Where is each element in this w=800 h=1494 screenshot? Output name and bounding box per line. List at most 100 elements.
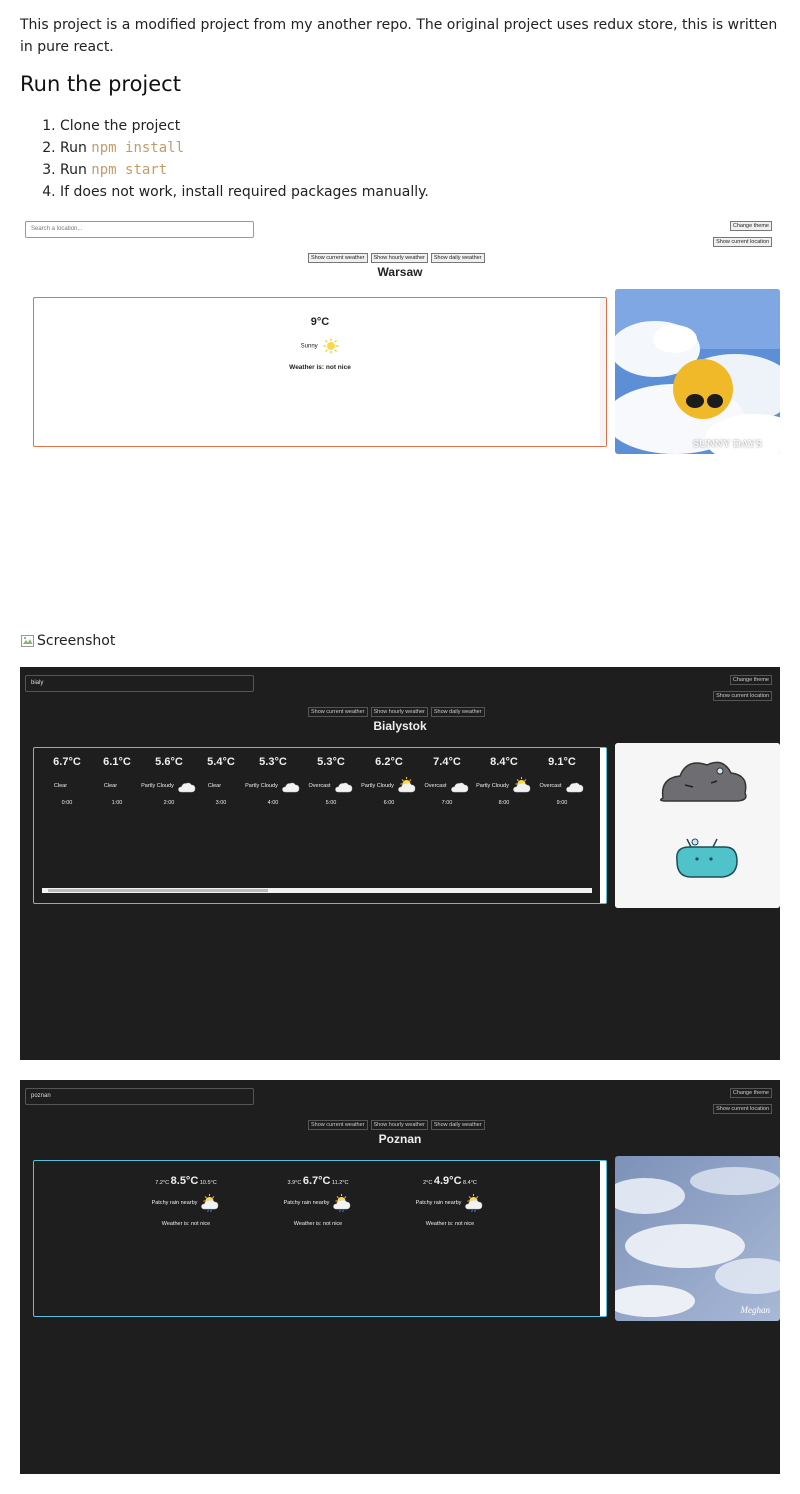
min-temperature: 2°C	[423, 1180, 433, 1186]
hour-temperature: 9.1°C	[548, 756, 576, 768]
tab-current-weather[interactable]: Show current weather	[308, 253, 368, 263]
hour-temperature: 6.1°C	[103, 756, 131, 768]
hour-condition: Overcast	[303, 776, 359, 796]
show-location-button[interactable]: Show current location	[713, 237, 772, 247]
search-input[interactable]: Search a location...	[25, 221, 254, 238]
hour-time: 4:00	[267, 800, 279, 806]
hour-temperature: 6.2°C	[375, 756, 403, 768]
weather-tabs: Show current weather Show hourly weather S…	[308, 700, 488, 718]
tab-hourly-weather[interactable]: Show hourly weather	[370, 1120, 428, 1130]
rain-sun-icon	[201, 1194, 219, 1213]
temperature: 9°C	[310, 316, 330, 328]
rain-sun-icon	[333, 1194, 351, 1213]
vertical-scrollbar[interactable]	[600, 298, 606, 446]
readme-heading: Run the project	[20, 72, 181, 96]
sunny-days-gif: SUNNY DAYS	[615, 289, 780, 454]
day-temperatures: 2°C 4.9°C 8.4°C	[390, 1175, 510, 1187]
cloud-sun-icon	[513, 777, 531, 793]
hour-time: 6:00	[383, 800, 395, 806]
hour-temperature: 6.7°C	[53, 756, 81, 768]
sun-icon	[323, 338, 339, 354]
weather-card: 9°C Sunny Weather is: not nice	[33, 297, 607, 447]
list-item: Run npm install	[60, 137, 429, 159]
list-item: Clone the project	[60, 115, 429, 137]
tab-current-weather[interactable]: Show current weather	[308, 1120, 368, 1130]
broken-image-icon	[21, 635, 34, 647]
city-title: Bialystok	[373, 719, 427, 733]
max-temperature: 8.4°C	[463, 1180, 477, 1186]
show-location-button[interactable]: Show current location	[713, 691, 772, 701]
hour-temperature: 5.3°C	[317, 756, 345, 768]
search-input[interactable]: poznan	[25, 1088, 254, 1105]
change-theme-button[interactable]: Change theme	[729, 221, 772, 231]
weather-tabs: Show current weather Show hourly weather S…	[308, 246, 488, 264]
scrollbar-thumb[interactable]	[48, 889, 268, 892]
hour-condition: Overcast	[419, 776, 475, 796]
tab-daily-weather[interactable]: Show daily weather	[430, 707, 485, 717]
weather-tabs: Show current weather Show hourly weather S…	[308, 1113, 488, 1131]
tab-daily-weather[interactable]: Show daily weather	[430, 253, 485, 263]
sky-clouds-gif: Meghan	[615, 1156, 780, 1321]
day-temperatures: 3.9°C 6.7°C 11.2°C	[258, 1175, 378, 1187]
hourly-item: 6.7°C Clear 0:00	[39, 756, 95, 806]
list-item: If does not work, install required packa…	[60, 181, 429, 203]
cloud-icon	[565, 782, 583, 793]
hour-time: 9:00	[556, 800, 568, 806]
tab-daily-weather[interactable]: Show daily weather	[430, 1120, 485, 1130]
hour-condition: Partly Cloudy	[476, 776, 532, 796]
moon-icon	[73, 781, 77, 790]
day-condition: Patchy rain nearby	[390, 1193, 510, 1213]
hour-condition: Overcast	[534, 776, 590, 796]
change-theme-button[interactable]: Change theme	[729, 1088, 772, 1098]
tab-hourly-weather[interactable]: Show hourly weather	[370, 253, 428, 263]
cloud-sun-icon	[398, 777, 416, 793]
screenshot-dark-hourly: bialy Change theme Show current location…	[20, 667, 780, 1060]
day-condition: Patchy rain nearby	[126, 1193, 246, 1213]
weather-verdict: Weather is: not nice	[293, 1221, 343, 1227]
change-theme-button[interactable]: Change theme	[729, 675, 772, 685]
horizontal-scrollbar[interactable]	[42, 888, 592, 893]
hourly-item: 5.4°C Clear 3:00	[193, 756, 249, 806]
code-snippet: npm install	[91, 140, 185, 156]
avg-temperature: 6.7°C	[302, 1175, 331, 1187]
moon-icon	[123, 781, 127, 790]
tab-hourly-weather[interactable]: Show hourly weather	[370, 707, 428, 717]
hour-temperature: 7.4°C	[433, 756, 461, 768]
gif-caption: SUNNY DAYS	[692, 438, 762, 450]
hourly-item: 5.3°C Overcast 5:00	[303, 756, 359, 806]
cloud-icon	[450, 782, 468, 793]
cloud-cat-gif	[615, 743, 780, 908]
hour-temperature: 5.6°C	[155, 756, 183, 768]
hour-time: 7:00	[441, 800, 453, 806]
tab-current-weather[interactable]: Show current weather	[308, 707, 368, 717]
hour-temperature: 8.4°C	[490, 756, 518, 768]
vertical-scrollbar[interactable]	[600, 1161, 606, 1316]
daily-item: 2°C 4.9°C 8.4°C Patchy rain nearby Weather…	[390, 1175, 510, 1227]
code-snippet: npm start	[91, 162, 168, 178]
weather-verdict: Weather is: not nice	[161, 1221, 211, 1227]
steps-list: Clone the project Run npm install Run np…	[20, 115, 429, 203]
weather-verdict: Weather is: not nice	[289, 364, 351, 371]
moon-icon	[227, 781, 231, 790]
avg-temperature: 8.5°C	[170, 1175, 199, 1187]
search-input[interactable]: bialy	[25, 675, 254, 692]
day-condition: Patchy rain nearby	[258, 1193, 378, 1213]
rain-sun-icon	[465, 1194, 483, 1213]
avg-temperature: 4.9°C	[433, 1175, 462, 1187]
broken-image: Screenshot	[20, 632, 115, 650]
hour-time: 8:00	[498, 800, 510, 806]
hour-time: 5:00	[325, 800, 337, 806]
hourly-item: 5.3°C Partly Cloudy 4:00	[245, 756, 301, 806]
hour-time: 2:00	[163, 800, 175, 806]
hourly-card: 6.7°C Clear 0:00 6.1°C Clear 1:00 5.6°C Partly …	[33, 747, 607, 904]
condition: Sunny	[34, 338, 606, 354]
hourly-item: 9.1°C Overcast 9:00	[534, 756, 590, 806]
hour-condition: Partly Cloudy	[245, 776, 301, 796]
show-location-button[interactable]: Show current location	[713, 1104, 772, 1114]
vertical-scrollbar[interactable]	[600, 748, 606, 903]
city-title: Poznan	[378, 1132, 422, 1146]
max-temperature: 11.2°C	[332, 1180, 349, 1186]
daily-item: 7.2°C 8.5°C 10.5°C Patchy rain nearby Weat…	[126, 1175, 246, 1227]
daily-card: 7.2°C 8.5°C 10.5°C Patchy rain nearby Weat…	[33, 1160, 607, 1317]
hour-temperature: 5.3°C	[259, 756, 287, 768]
